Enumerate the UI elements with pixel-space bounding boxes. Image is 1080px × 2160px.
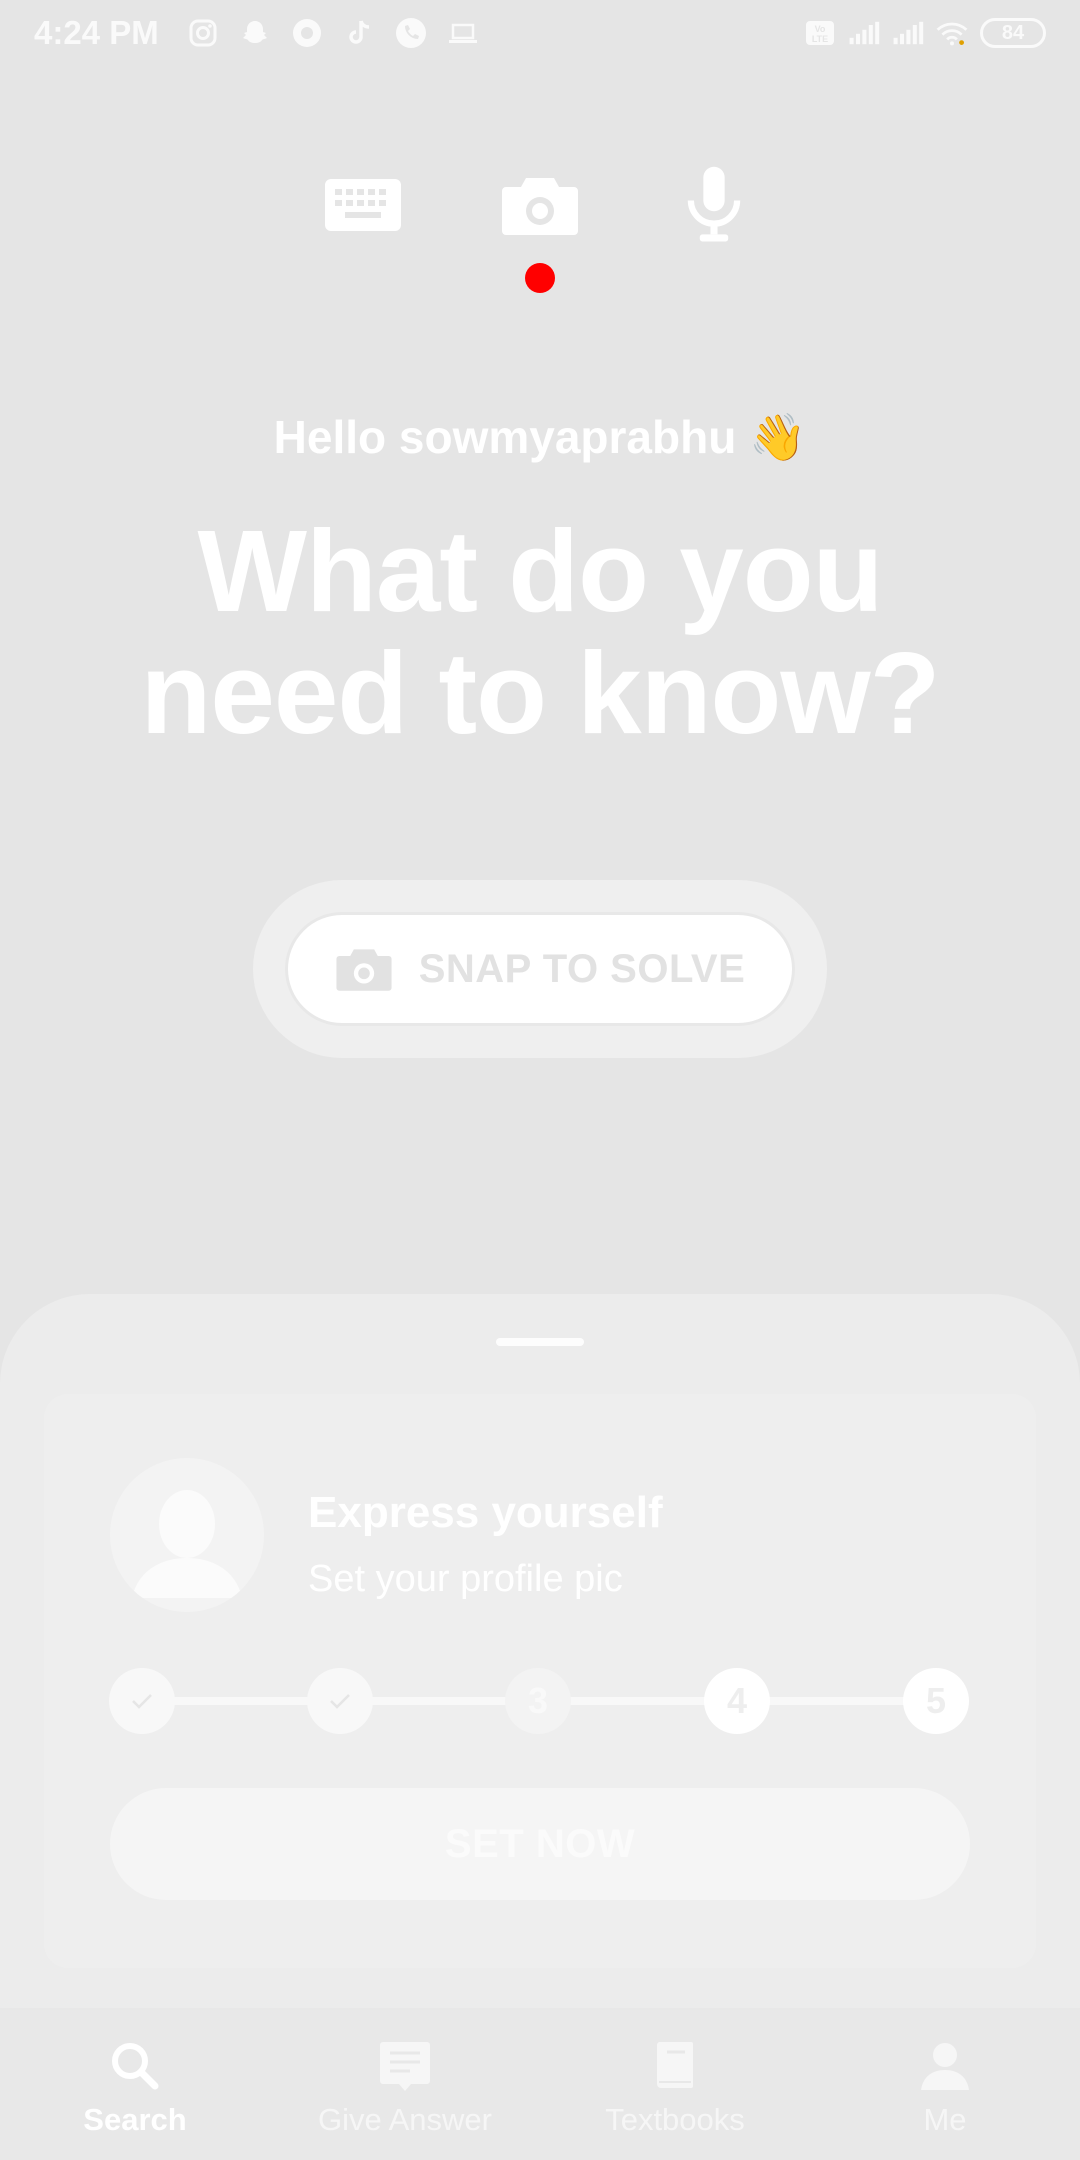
keyboard-icon	[325, 179, 401, 231]
signal-strength-icon-2	[892, 17, 924, 49]
tiktok-icon	[343, 17, 375, 49]
circle-app-icon	[291, 17, 323, 49]
status-bar: 4:24 PM Vo LTE 84	[0, 0, 1080, 66]
nav-item-me[interactable]: Me	[810, 2008, 1080, 2160]
status-left: 4:24 PM	[34, 14, 479, 52]
answer-icon	[380, 2042, 430, 2091]
keyboard-mode-button[interactable]	[308, 150, 418, 260]
status-right: Vo LTE 84	[804, 17, 1046, 49]
step-2-complete	[307, 1668, 373, 1734]
search-icon	[112, 2043, 159, 2090]
camera-mode-button[interactable]	[485, 150, 595, 260]
step-4: 4	[704, 1668, 770, 1734]
snap-to-solve-button[interactable]: SNAP TO SOLVE	[285, 912, 795, 1026]
greeting-text: Hello sowmyaprabhu	[273, 411, 737, 463]
active-mode-indicator	[525, 263, 555, 293]
status-time: 4:24 PM	[34, 14, 159, 51]
bottom-nav: Search Give Answer Textbooks Me	[0, 2008, 1080, 2160]
headline: What do you need to know?	[0, 510, 1080, 754]
nav-item-search[interactable]: Search	[0, 2008, 270, 2160]
person-icon	[921, 2043, 969, 2090]
profile-avatar-placeholder[interactable]	[110, 1458, 264, 1612]
camera-icon	[502, 178, 578, 235]
headline-line-2: need to know?	[140, 628, 941, 758]
step-5: 5	[903, 1668, 969, 1734]
check-icon	[132, 1694, 152, 1709]
nav-label-search: Search	[83, 2102, 187, 2137]
nav-label-textbooks: Textbooks	[605, 2102, 745, 2137]
card-title: Express yourself	[308, 1488, 663, 1537]
svg-text:Vo: Vo	[815, 24, 826, 34]
nav-label-give-answer: Give Answer	[317, 2102, 492, 2137]
camera-icon	[336, 949, 392, 991]
greeting: Hello sowmyaprabhu 👋	[0, 410, 1080, 465]
phone-call-icon	[395, 17, 427, 49]
microphone-icon	[687, 166, 741, 242]
nav-item-textbooks[interactable]: Textbooks	[540, 2008, 810, 2160]
microphone-mode-button[interactable]	[659, 150, 769, 260]
check-icon	[330, 1694, 350, 1709]
card-subtitle: Set your profile pic	[308, 1558, 623, 1600]
input-mode-switcher	[0, 150, 1080, 293]
svg-text:LTE: LTE	[812, 34, 828, 44]
person-silhouette-icon	[110, 1458, 264, 1612]
volte-icon: Vo LTE	[804, 17, 836, 49]
battery-indicator: 84	[980, 18, 1046, 48]
step-3-current: 3	[505, 1668, 571, 1734]
instagram-icon	[187, 17, 219, 49]
book-icon	[656, 2042, 693, 2088]
sheet-drag-handle[interactable]	[496, 1338, 584, 1346]
set-now-button[interactable]: SET NOW	[110, 1788, 970, 1900]
waving-hand-emoji: 👋	[749, 411, 807, 463]
headline-line-1: What do you	[197, 506, 884, 636]
nav-label-me: Me	[923, 2102, 967, 2137]
step-1-complete	[109, 1668, 175, 1734]
wifi-icon	[936, 17, 968, 49]
laptop-icon	[447, 17, 479, 49]
signal-strength-icon	[848, 17, 880, 49]
snap-to-solve-label: SNAP TO SOLVE	[418, 946, 746, 991]
nav-item-give-answer[interactable]: Give Answer	[270, 2008, 540, 2160]
snapchat-icon	[239, 17, 271, 49]
